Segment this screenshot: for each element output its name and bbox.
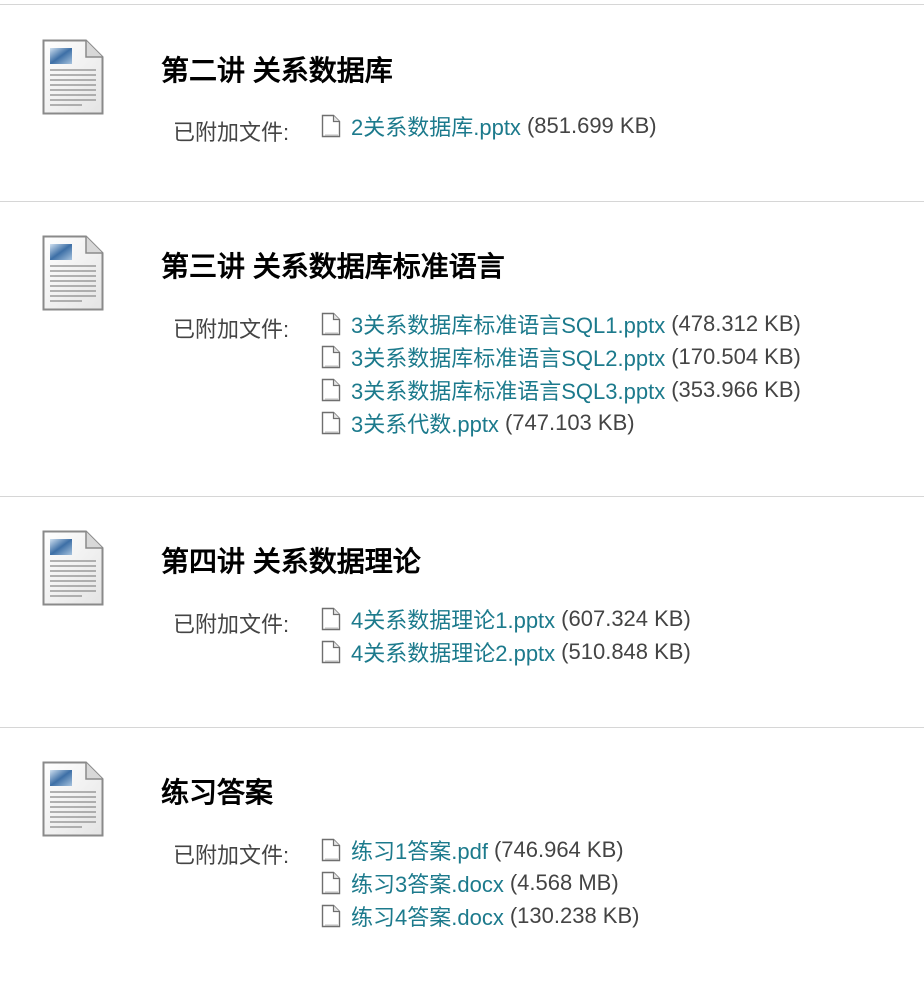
file-row: 练习3答案.docx (4.568 MB) — [320, 866, 639, 899]
file-link[interactable]: 3关系代数.pptx — [351, 407, 499, 439]
file-row: 3关系数据库标准语言SQL2.pptx (170.504 KB) — [320, 340, 801, 373]
file-icon — [320, 640, 342, 664]
file-size: (510.848 KB) — [561, 638, 691, 664]
file-size: (353.966 KB) — [671, 376, 801, 402]
file-row: 4关系数据理论1.pptx (607.324 KB) — [320, 602, 691, 635]
file-link[interactable]: 4关系数据理论2.pptx — [351, 636, 555, 668]
file-list: 4关系数据理论1.pptx (607.324 KB) 4关系数据理论2.pptx… — [320, 602, 691, 668]
file-size: (478.312 KB) — [671, 310, 801, 336]
file-link[interactable]: 练习4答案.docx — [351, 900, 504, 932]
file-row: 2关系数据库.pptx (851.699 KB) — [320, 109, 657, 142]
file-list: 练习1答案.pdf (746.964 KB) 练习3答案.docx (4.568… — [320, 833, 639, 932]
attached-files-label: 已附加文件: — [173, 317, 290, 342]
attached-files-label: 已附加文件: — [173, 120, 290, 145]
attached-files-label: 已附加文件: — [173, 843, 290, 868]
file-row: 练习1答案.pdf (746.964 KB) — [320, 833, 639, 866]
file-size: (746.964 KB) — [493, 836, 624, 862]
file-list: 2关系数据库.pptx (851.699 KB) — [320, 109, 657, 142]
file-icon — [320, 607, 342, 631]
file-row: 4关系数据理论2.pptx (510.848 KB) — [320, 635, 691, 668]
file-row: 3关系数据库标准语言SQL3.pptx (353.966 KB) — [320, 373, 801, 406]
file-link[interactable]: 练习3答案.docx — [351, 867, 504, 899]
file-icon — [320, 904, 342, 928]
item-title: 第二讲 关系数据库 — [161, 55, 393, 86]
file-link[interactable]: 3关系数据库标准语言SQL3.pptx — [351, 374, 665, 406]
file-icon — [320, 838, 342, 862]
file-size: (851.699 KB) — [526, 112, 657, 138]
document-icon — [42, 530, 104, 606]
file-link[interactable]: 3关系数据库标准语言SQL1.pptx — [351, 308, 665, 340]
content-item: 第三讲 关系数据库标准语言 已附加文件: 3关系数据库标准语言SQL1.pptx… — [0, 201, 924, 497]
file-icon — [320, 312, 342, 336]
file-icon — [320, 114, 342, 138]
document-icon — [42, 761, 104, 837]
file-row: 3关系代数.pptx (747.103 KB) — [320, 406, 801, 439]
content-item: 第四讲 关系数据理论 已附加文件: 4关系数据理论1.pptx (607.324… — [0, 496, 924, 728]
item-title: 第三讲 关系数据库标准语言 — [161, 251, 505, 282]
file-size: (170.504 KB) — [671, 343, 801, 369]
file-icon — [320, 871, 342, 895]
file-link[interactable]: 练习1答案.pdf — [351, 834, 488, 866]
content-item: 第二讲 关系数据库 已附加文件: 2关系数据库.pptx (851.699 KB… — [0, 4, 924, 202]
file-size: (607.324 KB) — [561, 605, 691, 631]
file-size: (130.238 KB) — [509, 902, 640, 928]
file-row: 练习4答案.docx (130.238 KB) — [320, 899, 639, 932]
file-row: 3关系数据库标准语言SQL1.pptx (478.312 KB) — [320, 307, 801, 340]
file-icon — [320, 411, 342, 435]
document-icon — [42, 39, 104, 115]
file-link[interactable]: 2关系数据库.pptx — [351, 110, 521, 142]
file-list: 3关系数据库标准语言SQL1.pptx (478.312 KB) 3关系数据库标… — [320, 307, 801, 439]
item-title: 第四讲 关系数据理论 — [161, 546, 421, 577]
content-item: 练习答案 已附加文件: 练习1答案.pdf (746.964 KB) 练习3答案… — [0, 727, 924, 986]
file-link[interactable]: 4关系数据理论1.pptx — [351, 603, 555, 635]
file-size: (4.568 MB) — [509, 869, 619, 895]
file-link[interactable]: 3关系数据库标准语言SQL2.pptx — [351, 341, 665, 373]
item-title: 练习答案 — [161, 777, 274, 808]
file-icon — [320, 378, 342, 402]
document-icon — [42, 235, 104, 311]
file-size: (747.103 KB) — [504, 409, 635, 435]
file-icon — [320, 345, 342, 369]
attached-files-label: 已附加文件: — [173, 612, 290, 637]
